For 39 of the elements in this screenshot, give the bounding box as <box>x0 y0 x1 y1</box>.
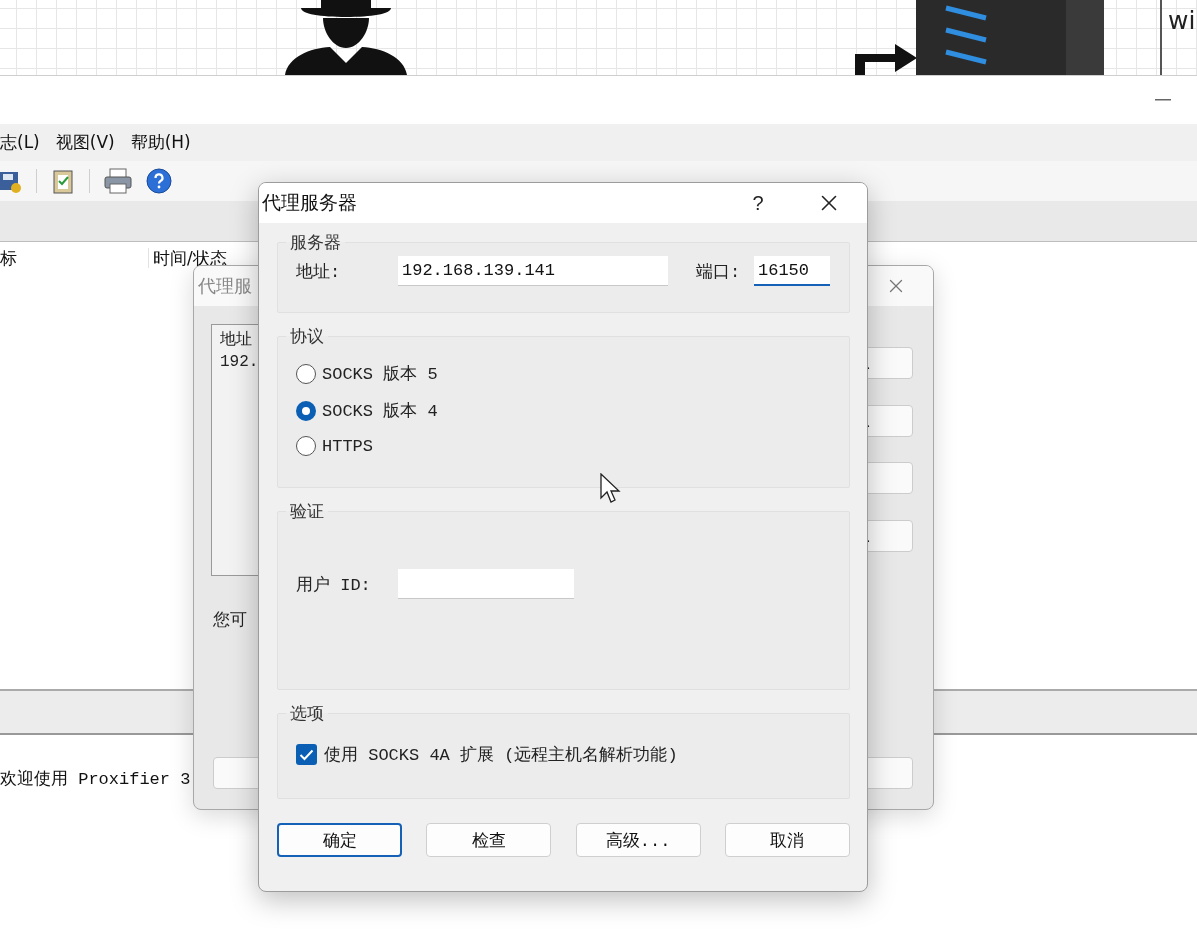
dialog-title: 代理服 <box>198 274 252 298</box>
cursor-icon <box>600 473 622 505</box>
clipboard-icon[interactable] <box>51 168 75 194</box>
field-label: 地址: <box>296 261 342 283</box>
dialog-button[interactable]: 检查 <box>426 823 552 857</box>
radio-option[interactable]: SOCKS 版本 5 <box>296 362 849 385</box>
group-heading: 服务器 <box>289 233 342 254</box>
column-header[interactable]: 标 <box>0 248 148 268</box>
checkbox-option[interactable]: 使用 SOCKS 4A 扩展 (远程主机名解析功能) <box>296 743 849 766</box>
note-text: 您可 <box>213 608 247 631</box>
server-icon <box>916 0 1104 75</box>
address-field[interactable]: 192.168.139.141 <box>398 256 668 286</box>
menu-item[interactable]: 志(L) <box>0 131 40 154</box>
printer-icon[interactable] <box>104 168 132 194</box>
help-icon[interactable] <box>146 168 172 194</box>
person-silhouette-icon <box>285 0 407 75</box>
list-text: 地址 <box>220 330 252 351</box>
dialog-button[interactable]: 取消 <box>725 823 850 857</box>
arrow-icon <box>855 42 917 75</box>
field-label: 用户 ID: <box>296 574 372 596</box>
menu-item[interactable]: 视图(V) <box>55 131 115 154</box>
group-heading: 选项 <box>289 704 325 725</box>
log-line: 欢迎使用 Proxifier 3 <box>0 768 191 790</box>
minimize-icon[interactable] <box>1155 98 1171 102</box>
checkmark-icon <box>299 748 314 761</box>
checkbox[interactable] <box>296 744 317 765</box>
group-heading: 验证 <box>289 502 325 523</box>
radio-option[interactable]: HTTPS <box>296 436 849 456</box>
user-id-field[interactable] <box>398 569 574 599</box>
radio-option[interactable]: SOCKS 版本 4 <box>296 399 849 422</box>
group-heading: 协议 <box>289 327 325 348</box>
dialog-button[interactable]: 确定 <box>277 823 402 857</box>
field-label: 端口: <box>696 261 742 283</box>
help-button[interactable]: ? <box>738 191 778 215</box>
list-text: 192. <box>220 352 259 373</box>
menu-item[interactable]: 帮助(H) <box>130 131 191 154</box>
dialog-button[interactable]: 高级... <box>575 823 701 857</box>
port-field[interactable]: 16150 <box>754 256 830 286</box>
dialog-title: 代理服务器 <box>262 190 358 215</box>
